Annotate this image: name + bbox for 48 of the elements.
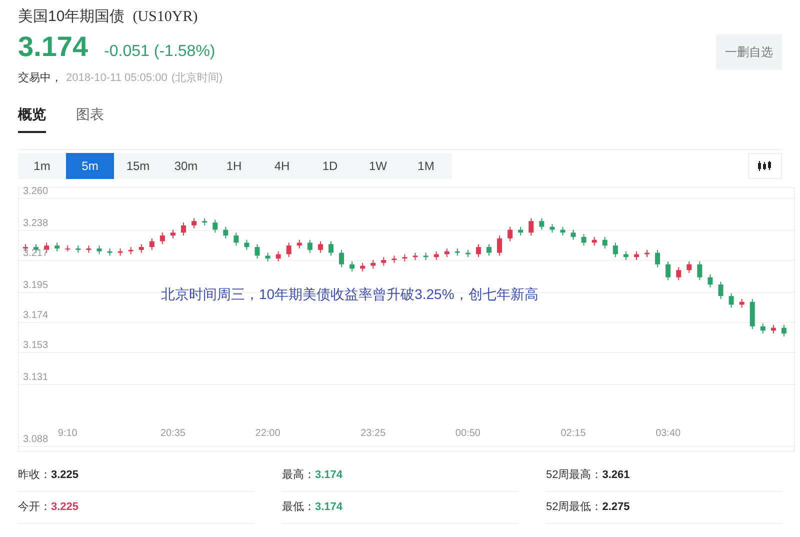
y-axis-label: 3.153 (23, 341, 48, 352)
stat-value: 2.275 (602, 500, 630, 516)
interval-button[interactable]: 5m (66, 153, 114, 179)
tab[interactable]: 图表 (76, 104, 104, 133)
current-price: 3.174 (18, 32, 88, 60)
x-axis-label: 9:10 (58, 429, 78, 439)
interval-button[interactable]: 30m (162, 153, 210, 179)
interval-button[interactable]: 1M (402, 153, 450, 179)
stat-label: 昨收： (18, 468, 51, 484)
chart-annotation: 北京时间周三，10年期美债收益率曾升破3.25%，创七年新高 (161, 285, 538, 304)
x-axis-label: 20:35 (160, 429, 186, 439)
interval-button[interactable]: 1m (18, 153, 66, 179)
y-axis-label: 3.174 (23, 311, 48, 321)
x-axis-label: 23:25 (360, 429, 386, 439)
y-axis-label: 3.260 (23, 187, 48, 197)
stat-label: 最高： (282, 468, 315, 484)
stat-value: 3.174 (315, 468, 343, 484)
interval-button[interactable]: 1W (354, 153, 402, 179)
instrument-symbol: (US10YR) (132, 8, 198, 27)
trading-status: 交易中， (18, 70, 62, 86)
x-axis-label: 00:50 (455, 429, 480, 439)
stat-label: 52周最低： (546, 500, 602, 516)
y-axis-label: 3.238 (23, 218, 48, 229)
stat-value: 3.225 (51, 500, 79, 516)
y-axis-label: 3.088 (23, 435, 48, 445)
tab[interactable]: 概览 (18, 104, 46, 133)
stat-value: 3.174 (315, 500, 343, 516)
interval-button[interactable]: 4H (258, 153, 306, 179)
stat-label: 今开： (18, 500, 51, 516)
candlestick-icon[interactable] (748, 153, 782, 179)
stat-label: 52周最高： (546, 468, 602, 484)
interval-button[interactable]: 1D (306, 153, 354, 179)
x-axis-label: 03:40 (656, 429, 681, 439)
x-axis-label: 22:00 (255, 429, 280, 439)
price-change: -0.051 (-1.58%) (104, 42, 216, 62)
x-axis-label: 02:15 (560, 429, 586, 439)
y-axis-label: 3.131 (23, 373, 48, 383)
timezone-label: (北京时间) (171, 70, 223, 86)
timestamp: 2018-10-11 05:05:00 (66, 70, 168, 86)
instrument-title: 美国10年期国债 (18, 7, 125, 27)
stat-value: 3.225 (51, 468, 79, 484)
remove-watchlist-button[interactable]: 一删自选 (716, 34, 782, 70)
y-axis-label: 3.217 (23, 249, 48, 259)
y-axis-label: 3.195 (23, 280, 48, 291)
interval-button[interactable]: 15m (114, 153, 162, 179)
interval-button[interactable]: 1H (210, 153, 258, 179)
stat-value: 3.261 (602, 468, 630, 484)
stat-label: 最低： (282, 500, 315, 516)
